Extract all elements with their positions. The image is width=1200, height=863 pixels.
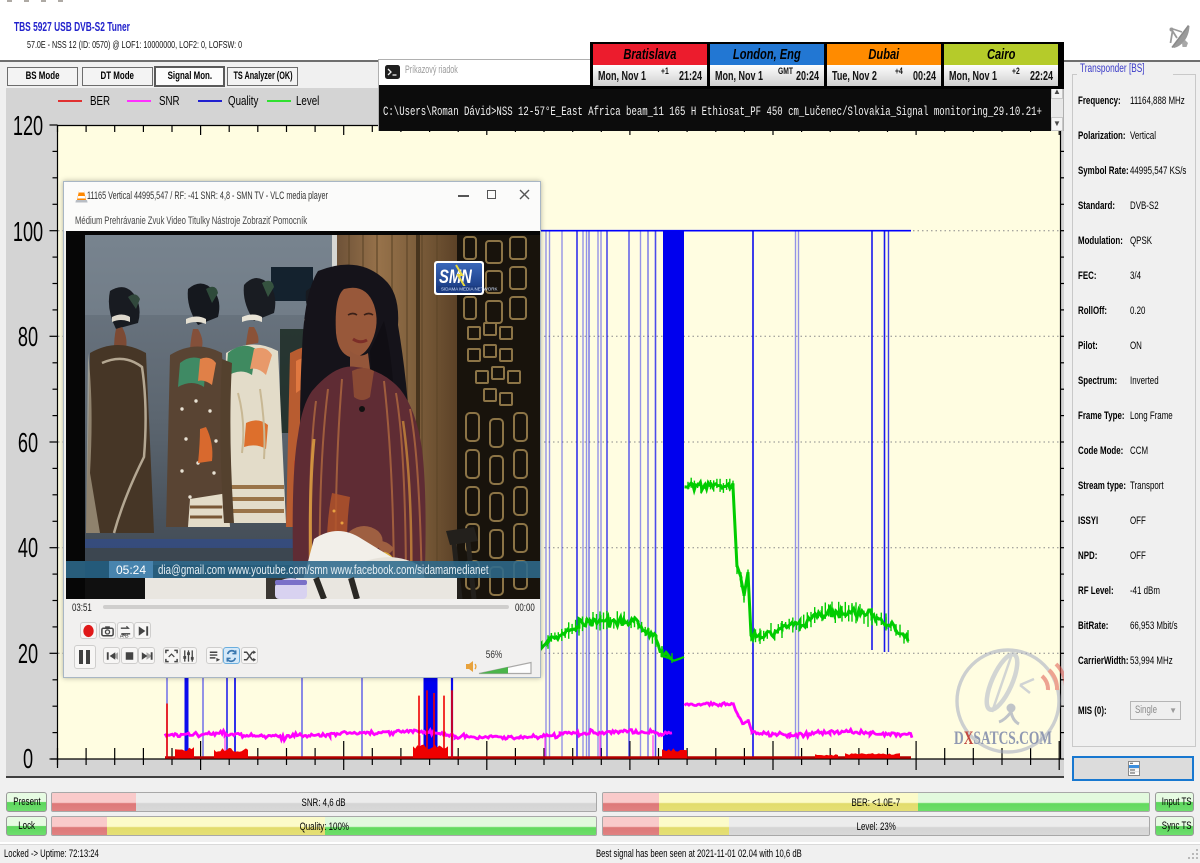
svg-text:05:24: 05:24 <box>116 563 146 577</box>
svg-text:DXSATCS.COM: DXSATCS.COM <box>954 728 1052 749</box>
svg-text:SIDAMA MEDIA NETWORK: SIDAMA MEDIA NETWORK <box>441 287 498 292</box>
svg-text:dia@gmail.com www.youtube.com/: dia@gmail.com www.youtube.com/smn www.fa… <box>158 564 489 577</box>
svg-text:A B: A B <box>120 633 129 638</box>
svg-text:SMN: SMN <box>439 266 473 287</box>
